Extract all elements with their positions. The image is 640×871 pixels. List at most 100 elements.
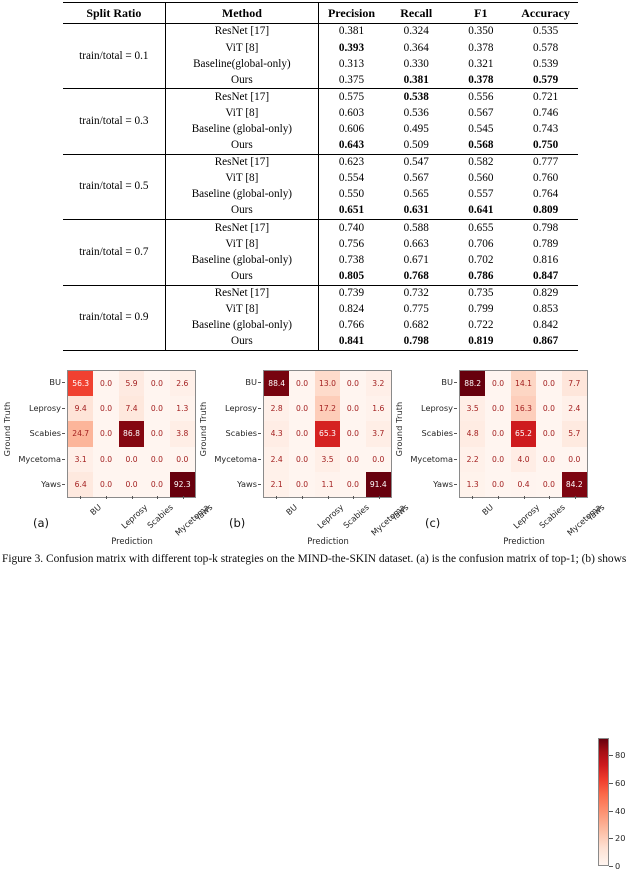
recall-cell: 0.588: [403, 221, 429, 234]
heatmap-cell: 2.8: [264, 396, 290, 422]
precision-cell: 0.824: [338, 303, 365, 316]
heatmap-cell: 0.0: [536, 396, 562, 422]
y-tick-scabies: Scabies: [12, 421, 65, 447]
heatmap-cell: 0.0: [93, 421, 119, 447]
y-tick-yaws: Yaws: [12, 472, 65, 498]
heatmap-cell: 3.2: [365, 371, 391, 397]
x-tick-bu: BU: [87, 502, 104, 518]
heatmap-cell: 9.4: [68, 396, 94, 422]
x-tick-leprosy: Leprosy: [118, 502, 149, 531]
f1-cell: 0.735: [468, 286, 494, 299]
accuracy-cell: 0.842: [532, 319, 559, 332]
heatmap-cell: 0.0: [93, 446, 119, 472]
accuracy-cell: 0.847: [532, 269, 559, 282]
precision-cell: 0.375: [338, 73, 365, 86]
y-tick-leprosy: Leprosy: [208, 396, 261, 422]
method-cell: ResNet [17]: [165, 219, 320, 237]
accuracy-cell: 0.853: [532, 303, 559, 316]
x-tick-bu: BU: [283, 502, 300, 518]
split-ratio-cell: train/total = 0.1: [63, 23, 166, 89]
method-cell: ResNet [17]: [165, 88, 320, 106]
method-cell: ResNet [17]: [165, 154, 320, 171]
accuracy-cell: 0.809: [532, 204, 559, 217]
colorbar-tickmark: [609, 810, 613, 812]
heatmap-cell: 65.3: [314, 421, 341, 447]
method-cell: ResNet [17]: [165, 285, 320, 302]
confusion-matrix-panel-b: Ground Truth BU Leprosy Scabies Mycetoma Yaw…: [198, 368, 410, 548]
heatmap-cell: 0.0: [340, 471, 366, 497]
f1-cell: 0.350: [468, 25, 494, 38]
x-tickmark: [575, 496, 577, 499]
heatmap-cell: 65.2: [510, 421, 537, 447]
heatmap-cell: 0.0: [485, 396, 511, 422]
f1-cell: 0.641: [468, 204, 494, 217]
heatmap-grid-c: 88.2 0.0 14.1 0.0 7.7 3.5 0.0 16.3 0.0 2.4 4.8 0.0 6…: [459, 370, 588, 498]
method-cell: Ours: [165, 268, 320, 285]
heatmap-cell: 6.4: [68, 471, 94, 497]
method-cell: ViT [8]: [165, 105, 320, 122]
heatmap-cell: 3.7: [365, 421, 391, 447]
heatmap-cell: 0.0: [289, 446, 315, 472]
heatmap-cell: 0.0: [536, 371, 562, 397]
recall-cell: 0.538: [403, 90, 429, 103]
accuracy-cell: 0.578: [532, 41, 559, 54]
accuracy-cell: 0.764: [532, 188, 559, 201]
heatmap-cell: 2.4: [264, 446, 290, 472]
heatmap-cell: 0.0: [536, 471, 562, 497]
method-cell: Baseline (global-only): [165, 186, 320, 204]
f1-cell: 0.799: [468, 303, 494, 316]
colorbar-tickmark: [609, 838, 613, 840]
precision-cell: 0.393: [338, 41, 365, 54]
colorbar-tick-label: 60: [615, 777, 626, 788]
panel-letter-b: (b): [229, 516, 246, 530]
heatmap-cell: 4.8: [460, 421, 486, 447]
method-cell: Baseline(global-only): [165, 56, 320, 73]
heatmap-cell: 0.0: [118, 446, 145, 472]
heatmap-cell: 0.0: [289, 471, 315, 497]
method-cell: Baseline (global-only): [165, 252, 320, 269]
x-tickmark: [523, 496, 525, 499]
f1-cell: 0.786: [468, 269, 494, 282]
precision-cell: 0.550: [338, 188, 365, 201]
figure-caption: Figure 3. Confusion matrix with differen…: [2, 553, 627, 565]
heatmap-cell: 0.0: [536, 421, 562, 447]
panel-letter-a: (a): [33, 516, 50, 530]
heatmap-cell: 3.8: [169, 421, 195, 447]
x-tickmark: [471, 496, 473, 499]
recall-cell: 0.495: [403, 123, 429, 135]
precision-cell: 0.740: [338, 221, 365, 234]
recall-cell: 0.768: [403, 269, 429, 282]
recall-cell: 0.324: [403, 25, 429, 38]
heatmap-cell: 0.0: [536, 446, 562, 472]
recall-cell: 0.732: [403, 286, 429, 299]
heatmap-cell: 0.0: [485, 371, 511, 397]
heatmap-cell: 4.3: [264, 421, 290, 447]
precision-cell: 0.756: [338, 237, 365, 250]
table-row: train/total = 0.7 ResNet [17] 0.740 0.588 0.…: [63, 219, 578, 285]
recall-cell: 0.509: [403, 139, 429, 152]
y-tick-labels-a: BU Leprosy Scabies Mycetoma Yaws: [12, 370, 65, 498]
heatmap-cell: 3.5: [314, 446, 341, 472]
recall-cell: 0.775: [403, 303, 429, 316]
colorbar-tickmark: [609, 755, 613, 757]
accuracy-cell: 0.867: [532, 335, 559, 348]
table-body: train/total = 0.1 ResNet [17] 0.381 0.324 0.…: [63, 23, 578, 351]
f1-cell: 0.378: [468, 41, 494, 54]
y-tick-yaws: Yaws: [208, 472, 261, 498]
heatmap-cell: 1.1: [314, 471, 341, 497]
table-row: train/total = 0.3 ResNet [17] 0.575 0.538 0.…: [63, 88, 578, 155]
y-tick-scabies: Scabies: [404, 421, 457, 447]
f1-cell: 0.568: [468, 139, 494, 152]
x-tickmark: [379, 496, 381, 499]
confusion-matrix-panel-c: Ground Truth BU Leprosy Scabies Mycetoma Yaw…: [394, 368, 606, 548]
x-tick-scabies: Scabies: [144, 502, 175, 531]
colorbar-tick-label: 40: [615, 805, 626, 816]
x-tick-scabies: Scabies: [536, 502, 567, 531]
split-ratio-cell: train/total = 0.5: [63, 154, 166, 220]
method-cell: Baseline (global-only): [165, 317, 320, 334]
y-axis-label-a: Ground Truth: [2, 401, 12, 457]
f1-cell: 0.722: [468, 319, 494, 332]
x-tick-bu: BU: [479, 502, 496, 518]
heatmap-cell: 0.0: [340, 396, 366, 422]
heatmap-cell: 0.0: [144, 371, 170, 397]
